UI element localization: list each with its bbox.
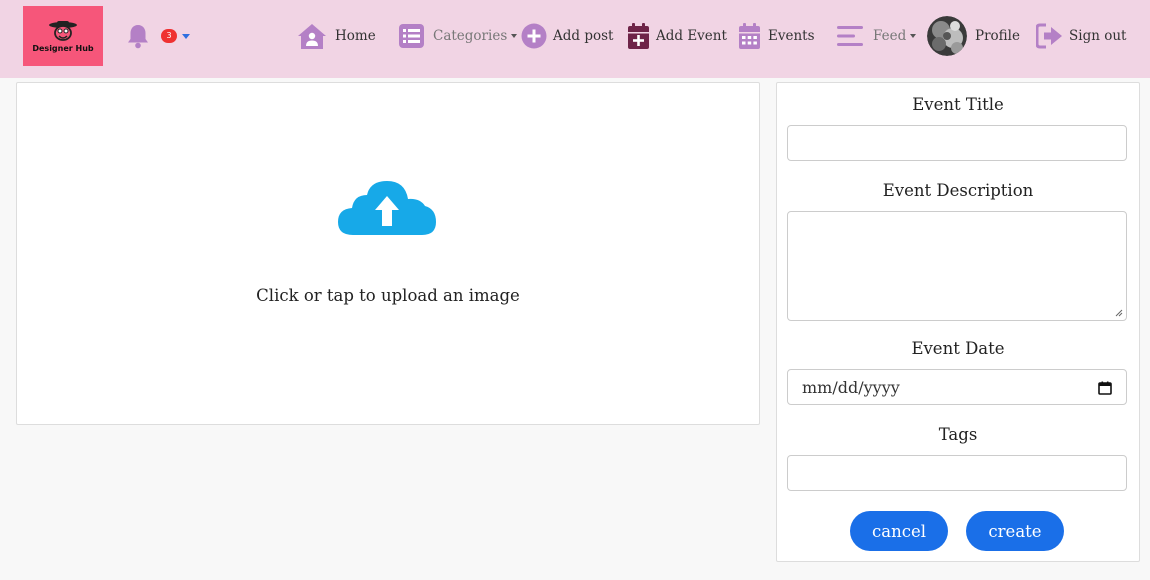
menu-lines-icon xyxy=(837,26,863,46)
event-description-textarea[interactable] xyxy=(787,211,1127,321)
plus-circle-icon xyxy=(521,23,547,49)
event-date-placeholder: mm/dd/yyyy xyxy=(802,377,900,397)
upload-prompt: Click or tap to upload an image xyxy=(256,286,520,305)
top-navbar: Designer Hub 3 Home Categories Add post … xyxy=(0,0,1150,78)
calendar-plus-icon xyxy=(628,23,649,49)
sign-out-icon xyxy=(1036,23,1062,49)
list-icon xyxy=(399,24,424,48)
nav-categories[interactable]: Categories xyxy=(398,20,518,52)
create-button[interactable]: create xyxy=(966,511,1064,551)
event-title-label: Event Title xyxy=(912,95,1004,114)
nav-add-post[interactable]: Add post xyxy=(521,20,613,52)
cancel-button[interactable]: cancel xyxy=(850,511,948,551)
tags-label: Tags xyxy=(938,425,978,444)
resize-grip-icon[interactable] xyxy=(1115,309,1123,317)
notification-dropdown-caret[interactable] xyxy=(182,34,190,39)
nav-events-label: Events xyxy=(768,28,815,44)
bell-icon[interactable] xyxy=(126,23,150,49)
nav-home-label: Home xyxy=(335,28,376,44)
nav-events[interactable]: Events xyxy=(738,20,815,52)
nav-profile[interactable]: Profile xyxy=(927,16,1020,56)
tags-input[interactable] xyxy=(787,455,1127,491)
event-date-input[interactable]: mm/dd/yyyy xyxy=(787,369,1127,405)
event-title-input[interactable] xyxy=(787,125,1127,161)
logo[interactable]: Designer Hub xyxy=(23,6,103,66)
nav-sign-out-label: Sign out xyxy=(1069,28,1127,44)
nav-add-event[interactable]: Add Event xyxy=(627,20,727,52)
calendar-icon xyxy=(739,23,760,49)
event-form: Event Title Event Description Event Date… xyxy=(776,82,1140,562)
chevron-down-icon xyxy=(511,34,518,38)
nav-categories-label: Categories xyxy=(433,28,508,44)
home-user-icon xyxy=(298,24,326,49)
nav-sign-out[interactable]: Sign out xyxy=(1036,20,1126,52)
nav-home[interactable]: Home xyxy=(297,20,376,52)
chevron-down-icon xyxy=(910,34,917,38)
notification-count-badge[interactable]: 3 xyxy=(161,29,177,43)
nav-feed[interactable]: Feed xyxy=(836,20,917,52)
logo-mascot-icon xyxy=(49,21,77,41)
avatar xyxy=(927,16,967,56)
event-date-label: Event Date xyxy=(911,339,1005,358)
nav-profile-label: Profile xyxy=(975,28,1020,44)
logo-text: Designer Hub xyxy=(32,44,94,53)
nav-feed-label: Feed xyxy=(873,28,907,44)
event-description-label: Event Description xyxy=(882,181,1034,200)
nav-add-post-label: Add post xyxy=(553,28,614,44)
nav-add-event-label: Add Event xyxy=(656,28,727,44)
cloud-upload-icon xyxy=(338,181,436,235)
calendar-small-icon[interactable] xyxy=(1098,381,1112,395)
image-upload-area[interactable]: Click or tap to upload an image xyxy=(16,82,760,425)
